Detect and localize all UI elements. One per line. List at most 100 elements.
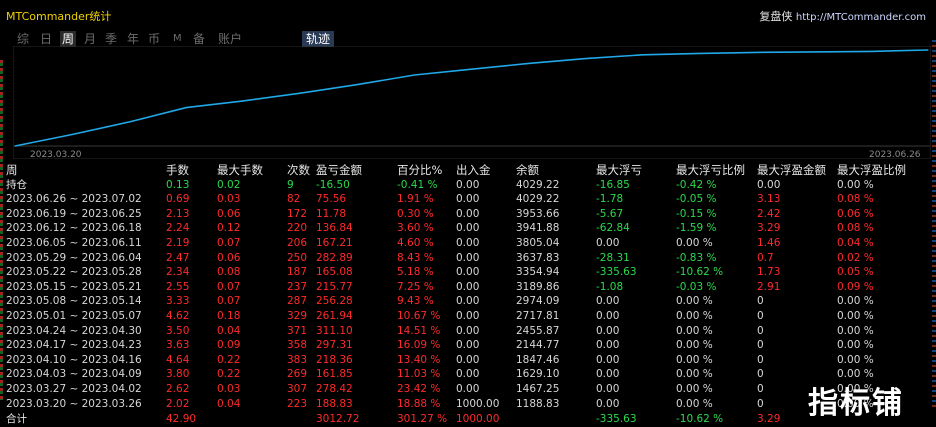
count-cell: 82: [287, 193, 301, 206]
table-row: 2023.05.22 ~ 2023.05.28 2.34 0.08 187 165.08…: [0, 265, 936, 280]
column-header: 百分比%: [397, 163, 443, 177]
lots-cell: 4.62: [166, 309, 190, 322]
io-cell: 0.00: [456, 295, 480, 308]
io-cell: 0.00: [456, 251, 480, 264]
stats-window: MTCommander统计 复盘侠 http://MTCommander.com…: [0, 0, 936, 425]
tab-quarter[interactable]: 季: [105, 31, 117, 47]
pct-cell: 5.18 %: [397, 266, 434, 279]
max-dd-cell: -1.78: [596, 193, 624, 206]
table-row: 2023.06.12 ~ 2023.06.18 2.24 0.12 220 136.84…: [0, 221, 936, 236]
brand-url[interactable]: http://MTCommander.com: [796, 12, 926, 23]
table-row: 2023.05.15 ~ 2023.05.21 2.55 0.07 237 215.77…: [0, 280, 936, 295]
count-cell: 371: [287, 324, 308, 337]
max-fp-pct-cell: 0.08 %: [837, 193, 874, 206]
equity-point: [527, 62, 530, 65]
tab-month[interactable]: 月: [84, 31, 96, 47]
table-header: 周 手数 最大手数 次数 盈亏金额 百分比% 出入金 余额 最大浮亏 最大浮亏比例 最大浮盈金额 最大…: [0, 163, 936, 178]
equity-point: [299, 92, 301, 94]
table-row: 2023.03.20 ~ 2023.03.26 2.02 0.04 223 188.83…: [0, 397, 936, 412]
column-header: 手数: [166, 163, 189, 177]
max-fp-cell: 3.29: [757, 222, 781, 235]
tab-symbol[interactable]: 币: [148, 31, 160, 47]
max-dd-pct-cell: 0.00 %: [676, 382, 713, 395]
total-pnl: 3012.72: [316, 413, 360, 426]
week-cell: 2023.06.05 ~ 2023.06.11: [6, 236, 142, 249]
tab-week[interactable]: 周: [60, 31, 77, 47]
count-cell: 383: [287, 353, 308, 366]
pct-cell: 0.30 %: [397, 207, 434, 220]
equity-point: [14, 145, 16, 147]
tab-year[interactable]: 年: [127, 31, 139, 47]
column-header: 最大浮盈金额: [757, 163, 826, 177]
max-lots-cell: 0.22: [217, 353, 241, 366]
pnl-cell: 165.08: [316, 266, 353, 279]
equity-point: [413, 74, 416, 76]
total-max-fp: 3.29: [757, 413, 781, 426]
pct-cell: -0.41 %: [397, 178, 438, 191]
lots-cell: 2.02: [166, 397, 190, 410]
max-fp-cell: 0: [757, 353, 764, 366]
io-cell: 0.00: [456, 309, 480, 322]
lots-cell: 4.64: [166, 353, 190, 366]
column-header: 次数: [287, 163, 310, 177]
max-fp-pct-cell: 0.05 %: [837, 266, 874, 279]
io-cell: 0.00: [456, 207, 480, 220]
balance-cell: 1188.83: [516, 397, 560, 410]
column-header: 出入金: [456, 163, 491, 177]
lots-cell: 3.50: [166, 324, 190, 337]
max-lots-cell: 0.04: [217, 324, 241, 337]
max-dd-cell: 0.00: [596, 309, 620, 322]
io-cell: 0.00: [456, 280, 480, 293]
balance-cell: 3354.94: [516, 266, 560, 279]
column-header: 最大浮亏比例: [676, 163, 745, 177]
balance-cell: 2974.09: [516, 295, 560, 308]
count-cell: 250: [287, 251, 308, 264]
max-dd-pct-cell: 0.00 %: [676, 324, 713, 337]
tab-day[interactable]: 日: [40, 31, 52, 47]
io-cell: 1000.00: [456, 397, 500, 410]
pct-cell: 18.88 %: [397, 397, 441, 410]
max-lots-cell: 0.04: [217, 397, 241, 410]
week-cell: 2023.04.17 ~ 2023.04.23: [6, 339, 142, 352]
max-dd-pct-cell: -0.03 %: [676, 280, 717, 293]
column-header: 盈亏金额: [316, 163, 362, 177]
count-cell: 223: [287, 397, 308, 410]
tab-magic[interactable]: M: [173, 31, 182, 47]
max-fp-cell: 1.46: [757, 236, 781, 249]
equity-point: [128, 121, 130, 123]
pct-cell: 10.67 %: [397, 309, 441, 322]
pct-cell: 16.09 %: [397, 339, 441, 352]
total-lots: 42.90: [166, 413, 197, 426]
week-cell: 2023.03.27 ~ 2023.04.02: [6, 382, 142, 395]
max-fp-cell: 0: [757, 295, 764, 308]
tab-trajectory[interactable]: 轨迹: [302, 31, 335, 47]
balance-cell: 2144.77: [516, 339, 560, 352]
tab-note[interactable]: 备: [193, 31, 205, 47]
tab-account[interactable]: 账户: [218, 31, 242, 47]
pnl-cell: 278.42: [316, 382, 353, 395]
tab-overview[interactable]: 综: [17, 31, 29, 47]
equity-point: [813, 51, 815, 53]
max-dd-cell: 0.00: [596, 397, 620, 410]
count-cell: 206: [287, 236, 308, 249]
table-row: 2023.05.01 ~ 2023.05.07 4.62 0.18 329 261.94…: [0, 309, 936, 324]
max-lots-cell: 0.03: [217, 382, 241, 395]
max-dd-pct-cell: -0.83 %: [676, 251, 717, 264]
equity-point: [185, 107, 187, 109]
holding-label: 持仓: [6, 178, 27, 191]
total-max-dd-pct: -10.62 %: [676, 413, 724, 426]
max-fp-pct-cell: 0.00 %: [837, 353, 874, 366]
max-lots-cell: 0.03: [217, 193, 241, 206]
weekly-stats-table: 周 手数 最大手数 次数 盈亏金额 百分比% 出入金 余额 最大浮亏 最大浮亏比例 最大浮盈金额 最大…: [0, 163, 936, 426]
lots-cell: 2.55: [166, 280, 190, 293]
max-fp-cell: 2.42: [757, 207, 781, 220]
max-dd-cell: -62.84: [596, 222, 630, 235]
max-dd-cell: 0.00: [596, 295, 620, 308]
equity-point: [470, 68, 473, 70]
week-cell: 2023.03.20 ~ 2023.03.26: [6, 397, 142, 410]
equity-point: [699, 52, 701, 54]
pct-cell: 7.25 %: [397, 280, 434, 293]
equity-point: [585, 58, 587, 60]
pnl-cell: 167.21: [316, 236, 353, 249]
balance-cell: 3941.88: [516, 222, 560, 235]
